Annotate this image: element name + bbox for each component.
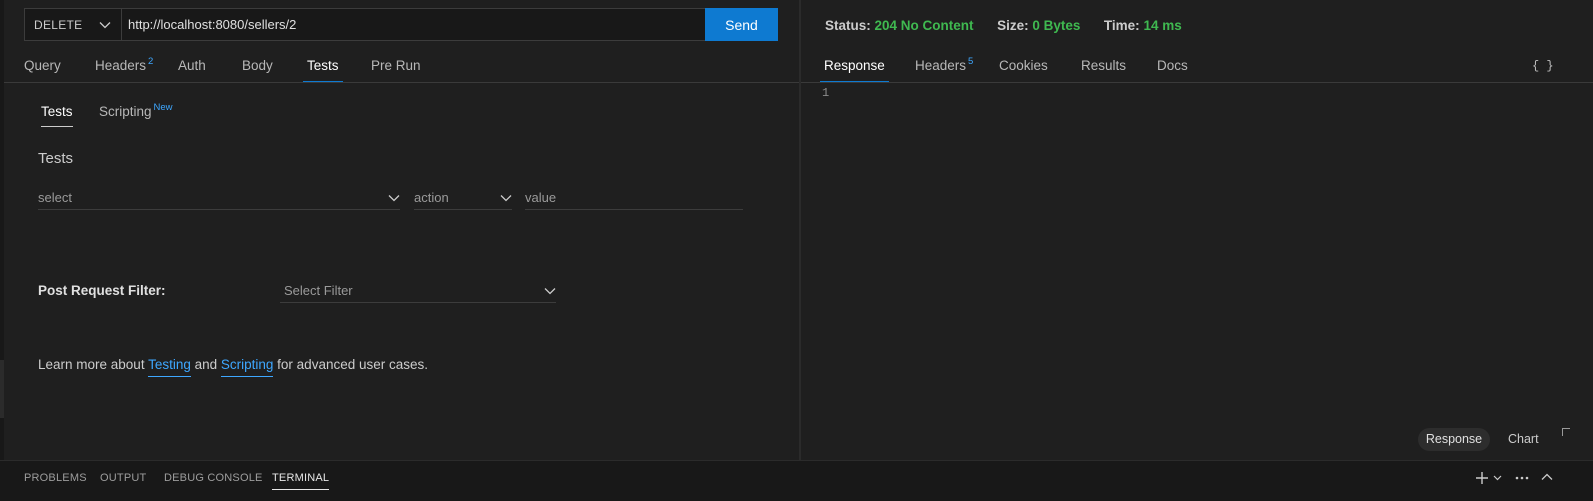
chevron-down-icon xyxy=(500,194,512,201)
tabs-divider xyxy=(4,82,800,83)
subtab-tests[interactable]: Tests xyxy=(41,104,73,127)
scripting-link[interactable]: Scripting xyxy=(220,357,274,377)
tab-cookies[interactable]: Cookies xyxy=(999,58,1048,73)
size-label: Size: xyxy=(997,18,1029,33)
test-value-field[interactable] xyxy=(525,186,743,210)
new-badge: New xyxy=(153,102,173,113)
bottom-panel: PROBLEMS OUTPUT DEBUG CONSOLE TERMINAL xyxy=(0,460,1593,501)
tab-label: Tests xyxy=(307,58,339,73)
response-tabs-divider xyxy=(801,82,1593,83)
send-button[interactable]: Send xyxy=(705,8,778,41)
tab-docs[interactable]: Docs xyxy=(1157,58,1188,73)
format-json-icon[interactable]: { } xyxy=(1532,59,1554,73)
time-value: 14 ms xyxy=(1143,18,1182,33)
tab-label: Headers xyxy=(915,58,967,73)
filter-placeholder: Select Filter xyxy=(284,283,353,298)
chevron-up-icon[interactable] xyxy=(1541,473,1553,481)
subtab-scripting[interactable]: Scripting New xyxy=(99,102,173,119)
subtab-label: Tests xyxy=(41,104,73,119)
plus-icon[interactable] xyxy=(1475,471,1489,485)
tab-label: Response xyxy=(824,58,885,73)
learn-more-text: Learn more about Testing and Scripting f… xyxy=(38,357,429,377)
subtab-label: Scripting xyxy=(99,104,152,119)
headers-count-badge: 5 xyxy=(968,56,974,67)
tab-results[interactable]: Results xyxy=(1081,58,1126,73)
request-panel: DELETE Send Query Headers2 Auth Body Tes… xyxy=(4,0,800,460)
action-placeholder: action xyxy=(414,190,449,205)
testing-link[interactable]: Testing xyxy=(148,357,191,377)
tab-query[interactable]: Query xyxy=(24,58,61,73)
test-action-dropdown[interactable]: action xyxy=(414,186,512,210)
tab-label: Query xyxy=(24,58,61,73)
request-tabs: Query Headers 2 Auth Body Tests Pre Run xyxy=(4,48,800,83)
chevron-down-icon xyxy=(388,194,400,201)
method-select[interactable]: DELETE xyxy=(25,9,122,40)
test-select-dropdown[interactable]: select xyxy=(38,186,400,210)
view-response-button[interactable]: Response xyxy=(1418,428,1490,451)
size-value: 0 Bytes xyxy=(1032,18,1081,33)
chevron-down-icon xyxy=(99,21,111,28)
post-request-filter-dropdown[interactable]: Select Filter xyxy=(280,279,556,303)
view-chart-button[interactable]: Chart xyxy=(1508,428,1539,451)
tab-label: Results xyxy=(1081,58,1127,73)
tab-output[interactable]: OUTPUT xyxy=(100,472,146,484)
time-label: Time: xyxy=(1103,18,1140,33)
url-bar: DELETE Send xyxy=(24,8,778,41)
response-status-bar: Status: 204 No Content Size: 0 Bytes Tim… xyxy=(825,18,1182,33)
learn-suffix: for advanced user cases. xyxy=(273,357,429,372)
tab-tests[interactable]: Tests xyxy=(303,58,342,83)
tab-headers[interactable]: Headers 2 xyxy=(95,56,154,73)
corner-resize-icon xyxy=(1562,428,1570,436)
post-request-filter-label: Post Request Filter: xyxy=(38,283,166,298)
headers-count-badge: 2 xyxy=(148,56,154,67)
tab-label: Headers xyxy=(95,58,147,73)
tab-body[interactable]: Body xyxy=(242,58,273,73)
tab-debug-console[interactable]: DEBUG CONSOLE xyxy=(164,472,263,484)
tab-response[interactable]: Response xyxy=(820,58,889,83)
method-label: DELETE xyxy=(34,17,83,32)
tab-label: Body xyxy=(242,58,273,73)
tab-pre-run[interactable]: Pre Run xyxy=(371,58,421,73)
url-input[interactable] xyxy=(122,9,705,40)
learn-middle: and xyxy=(190,357,221,372)
tests-title: Tests xyxy=(38,150,74,167)
tab-label: Cookies xyxy=(999,58,1048,73)
chevron-down-icon xyxy=(544,287,556,294)
response-tabs: Response Headers 5 Cookies Results Docs xyxy=(801,48,1593,83)
tab-auth[interactable]: Auth xyxy=(178,58,206,73)
learn-prefix: Learn more about xyxy=(38,357,149,372)
status-value: 204 No Content xyxy=(874,18,974,33)
status-label: Status: xyxy=(825,18,871,33)
tab-response-headers[interactable]: Headers 5 xyxy=(915,56,974,73)
tab-label: Auth xyxy=(178,58,206,73)
tab-label: Pre Run xyxy=(371,58,421,73)
ellipsis-icon[interactable] xyxy=(1515,476,1529,480)
tab-problems[interactable]: PROBLEMS xyxy=(24,472,87,484)
chevron-down-icon[interactable] xyxy=(1493,475,1502,481)
value-input[interactable] xyxy=(525,190,743,205)
select-placeholder: select xyxy=(38,190,72,205)
tab-terminal[interactable]: TERMINAL xyxy=(272,472,330,490)
tab-label: Docs xyxy=(1157,58,1188,73)
line-number: 1 xyxy=(822,86,830,100)
